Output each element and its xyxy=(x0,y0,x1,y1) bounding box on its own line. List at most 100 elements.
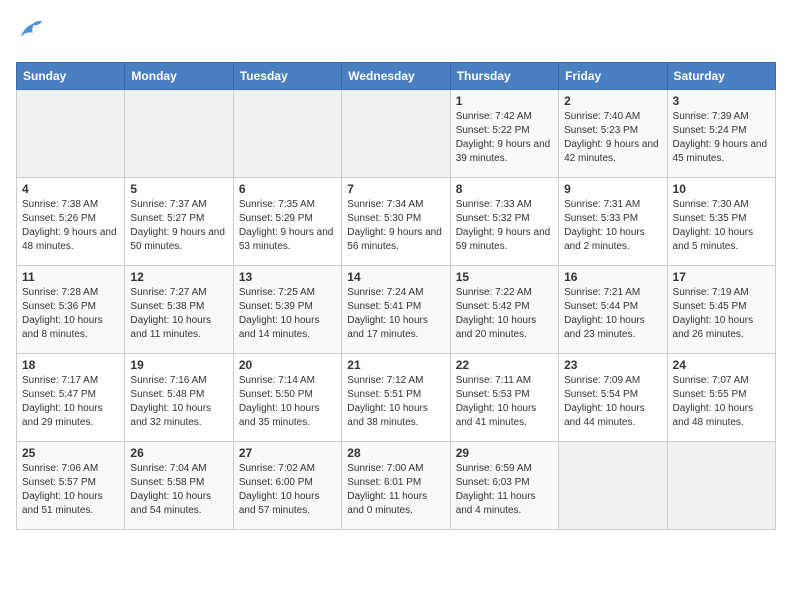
calendar-cell: 1Sunrise: 7:42 AM Sunset: 5:22 PM Daylig… xyxy=(450,90,558,178)
day-info: Sunrise: 7:35 AM Sunset: 5:29 PM Dayligh… xyxy=(239,198,336,254)
col-header-thursday: Thursday xyxy=(450,63,558,90)
calendar-cell: 25 Sunrise: 7:06 AM Sunset: 5:57 PM Dayli… xyxy=(17,442,125,530)
day-info: Sunrise: 7:06 AM Sunset: 5:57 PM Dayligh… xyxy=(22,462,119,518)
logo-bird-icon xyxy=(16,16,44,50)
day-info: Sunrise: 7:17 AM Sunset: 5:47 PM Dayligh… xyxy=(22,374,119,430)
day-info: Sunrise: 7:09 AM Sunset: 5:54 PM Dayligh… xyxy=(564,374,661,430)
calendar-cell: 16Sunrise: 7:21 AM Sunset: 5:44 PM Dayli… xyxy=(559,266,667,354)
calendar-cell: 23 Sunrise: 7:09 AM Sunset: 5:54 PM Dayli… xyxy=(559,354,667,442)
calendar-week-1: 1Sunrise: 7:42 AM Sunset: 5:22 PM Daylig… xyxy=(17,90,776,178)
day-number: 17 xyxy=(673,270,770,284)
day-number: 9 xyxy=(564,182,661,196)
calendar-cell: 17 Sunrise: 7:19 AM Sunset: 5:45 PM Dayli… xyxy=(667,266,775,354)
calendar-week-4: 18 Sunrise: 7:17 AM Sunset: 5:47 PM Dayli… xyxy=(17,354,776,442)
day-info: Sunrise: 7:37 AM Sunset: 5:27 PM Dayligh… xyxy=(130,198,227,254)
day-number: 21 xyxy=(347,358,444,372)
day-number: 7 xyxy=(347,182,444,196)
col-header-saturday: Saturday xyxy=(667,63,775,90)
col-header-tuesday: Tuesday xyxy=(233,63,341,90)
calendar-week-5: 25 Sunrise: 7:06 AM Sunset: 5:57 PM Dayli… xyxy=(17,442,776,530)
calendar-cell: 9 Sunrise: 7:31 AM Sunset: 5:33 PM Daylig… xyxy=(559,178,667,266)
col-header-monday: Monday xyxy=(125,63,233,90)
calendar-cell xyxy=(125,90,233,178)
calendar-cell: 3 Sunrise: 7:39 AM Sunset: 5:24 PM Daylig… xyxy=(667,90,775,178)
day-info: Sunrise: 7:19 AM Sunset: 5:45 PM Dayligh… xyxy=(673,286,770,342)
day-info: Sunrise: 7:38 AM Sunset: 5:26 PM Dayligh… xyxy=(22,198,119,254)
calendar-cell xyxy=(17,90,125,178)
day-number: 26 xyxy=(130,446,227,460)
calendar-cell: 15 Sunrise: 7:22 AM Sunset: 5:42 PM Dayli… xyxy=(450,266,558,354)
col-header-wednesday: Wednesday xyxy=(342,63,450,90)
day-info: Sunrise: 7:40 AM Sunset: 5:23 PM Dayligh… xyxy=(564,110,661,166)
day-info: Sunrise: 7:14 AM Sunset: 5:50 PM Dayligh… xyxy=(239,374,336,430)
calendar-cell: 29 Sunrise: 6:59 AM Sunset: 6:03 PM Dayli… xyxy=(450,442,558,530)
calendar-cell: 14 Sunrise: 7:24 AM Sunset: 5:41 PM Dayli… xyxy=(342,266,450,354)
day-number: 8 xyxy=(456,182,553,196)
day-info: Sunrise: 7:42 AM Sunset: 5:22 PM Dayligh… xyxy=(456,110,553,166)
day-number: 25 xyxy=(22,446,119,460)
day-info: Sunrise: 7:16 AM Sunset: 5:48 PM Dayligh… xyxy=(130,374,227,430)
day-info: Sunrise: 7:12 AM Sunset: 5:51 PM Dayligh… xyxy=(347,374,444,430)
day-number: 2 xyxy=(564,94,661,108)
day-number: 11 xyxy=(22,270,119,284)
col-header-sunday: Sunday xyxy=(17,63,125,90)
day-info: Sunrise: 7:27 AM Sunset: 5:38 PM Dayligh… xyxy=(130,286,227,342)
calendar-week-2: 4 Sunrise: 7:38 AM Sunset: 5:26 PM Daylig… xyxy=(17,178,776,266)
day-number: 5 xyxy=(130,182,227,196)
calendar-week-3: 11 Sunrise: 7:28 AM Sunset: 5:36 PM Dayli… xyxy=(17,266,776,354)
calendar-cell: 24Sunrise: 7:07 AM Sunset: 5:55 PM Dayli… xyxy=(667,354,775,442)
day-info: Sunrise: 7:11 AM Sunset: 5:53 PM Dayligh… xyxy=(456,374,553,430)
calendar-cell xyxy=(559,442,667,530)
header xyxy=(16,16,776,50)
day-number: 24 xyxy=(673,358,770,372)
day-info: Sunrise: 7:04 AM Sunset: 5:58 PM Dayligh… xyxy=(130,462,227,518)
calendar-cell: 2 Sunrise: 7:40 AM Sunset: 5:23 PM Daylig… xyxy=(559,90,667,178)
day-number: 12 xyxy=(130,270,227,284)
day-number: 23 xyxy=(564,358,661,372)
calendar-header-row: SundayMondayTuesdayWednesdayThursdayFrid… xyxy=(17,63,776,90)
day-number: 10 xyxy=(673,182,770,196)
calendar-cell: 7Sunrise: 7:34 AM Sunset: 5:30 PM Daylig… xyxy=(342,178,450,266)
day-number: 29 xyxy=(456,446,553,460)
day-info: Sunrise: 7:21 AM Sunset: 5:44 PM Dayligh… xyxy=(564,286,661,342)
day-number: 13 xyxy=(239,270,336,284)
day-number: 4 xyxy=(22,182,119,196)
calendar-cell: 28Sunrise: 7:00 AM Sunset: 6:01 PM Dayli… xyxy=(342,442,450,530)
day-number: 27 xyxy=(239,446,336,460)
day-number: 14 xyxy=(347,270,444,284)
calendar-cell xyxy=(667,442,775,530)
day-number: 22 xyxy=(456,358,553,372)
calendar-cell: 12 Sunrise: 7:27 AM Sunset: 5:38 PM Dayli… xyxy=(125,266,233,354)
logo xyxy=(16,16,48,50)
day-number: 18 xyxy=(22,358,119,372)
day-number: 6 xyxy=(239,182,336,196)
day-info: Sunrise: 7:00 AM Sunset: 6:01 PM Dayligh… xyxy=(347,462,444,518)
calendar-cell: 27 Sunrise: 7:02 AM Sunset: 6:00 PM Dayli… xyxy=(233,442,341,530)
calendar-cell: 10 Sunrise: 7:30 AM Sunset: 5:35 PM Dayli… xyxy=(667,178,775,266)
calendar-table: SundayMondayTuesdayWednesdayThursdayFrid… xyxy=(16,62,776,530)
calendar-cell: 22 Sunrise: 7:11 AM Sunset: 5:53 PM Dayli… xyxy=(450,354,558,442)
col-header-friday: Friday xyxy=(559,63,667,90)
day-info: Sunrise: 7:25 AM Sunset: 5:39 PM Dayligh… xyxy=(239,286,336,342)
calendar-cell: 4 Sunrise: 7:38 AM Sunset: 5:26 PM Daylig… xyxy=(17,178,125,266)
day-info: Sunrise: 7:30 AM Sunset: 5:35 PM Dayligh… xyxy=(673,198,770,254)
day-info: Sunrise: 7:22 AM Sunset: 5:42 PM Dayligh… xyxy=(456,286,553,342)
day-info: Sunrise: 7:31 AM Sunset: 5:33 PM Dayligh… xyxy=(564,198,661,254)
calendar-cell: 8 Sunrise: 7:33 AM Sunset: 5:32 PM Daylig… xyxy=(450,178,558,266)
calendar-cell: 19 Sunrise: 7:16 AM Sunset: 5:48 PM Dayli… xyxy=(125,354,233,442)
calendar-cell xyxy=(342,90,450,178)
day-info: Sunrise: 7:02 AM Sunset: 6:00 PM Dayligh… xyxy=(239,462,336,518)
day-info: Sunrise: 6:59 AM Sunset: 6:03 PM Dayligh… xyxy=(456,462,553,518)
day-info: Sunrise: 7:24 AM Sunset: 5:41 PM Dayligh… xyxy=(347,286,444,342)
calendar-cell: 20Sunrise: 7:14 AM Sunset: 5:50 PM Dayli… xyxy=(233,354,341,442)
day-info: Sunrise: 7:39 AM Sunset: 5:24 PM Dayligh… xyxy=(673,110,770,166)
day-info: Sunrise: 7:28 AM Sunset: 5:36 PM Dayligh… xyxy=(22,286,119,342)
calendar-cell: 5 Sunrise: 7:37 AM Sunset: 5:27 PM Daylig… xyxy=(125,178,233,266)
calendar-cell: 18 Sunrise: 7:17 AM Sunset: 5:47 PM Dayli… xyxy=(17,354,125,442)
day-number: 15 xyxy=(456,270,553,284)
calendar-cell xyxy=(233,90,341,178)
day-info: Sunrise: 7:33 AM Sunset: 5:32 PM Dayligh… xyxy=(456,198,553,254)
day-number: 19 xyxy=(130,358,227,372)
calendar-cell: 6 Sunrise: 7:35 AM Sunset: 5:29 PM Daylig… xyxy=(233,178,341,266)
day-number: 3 xyxy=(673,94,770,108)
